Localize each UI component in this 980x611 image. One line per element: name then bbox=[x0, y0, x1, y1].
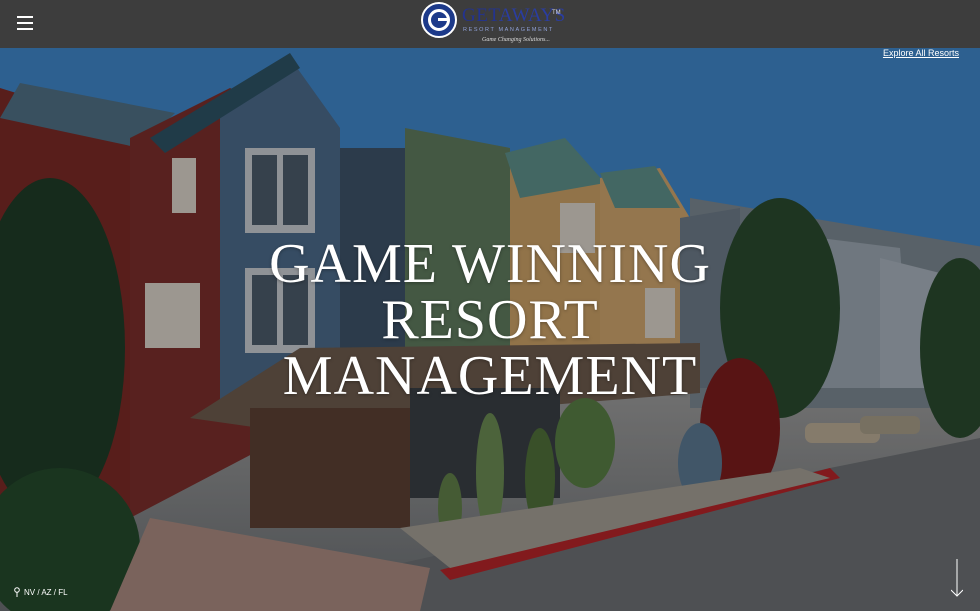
logo-subtitle: RESORT MANAGEMENT bbox=[463, 27, 554, 33]
logo-emblem-icon bbox=[421, 2, 457, 38]
scroll-down-arrow-icon[interactable] bbox=[951, 559, 963, 597]
logo-name: GETAWAYS bbox=[462, 5, 566, 27]
explore-all-resorts-link[interactable]: Explore All Resorts bbox=[883, 48, 959, 58]
getaways-logo[interactable]: GETAWAYS TM RESORT MANAGEMENT Game Chang… bbox=[421, 2, 565, 46]
hero-section: Explore All Resorts GAME WINNING RESORT … bbox=[0, 48, 980, 611]
top-bar: GETAWAYS TM RESORT MANAGEMENT Game Chang… bbox=[0, 0, 980, 48]
location-pin-icon bbox=[14, 587, 20, 597]
logo-tagline: Game Changing Solutions... bbox=[482, 37, 550, 43]
states-label: NV / AZ / FL bbox=[24, 587, 68, 597]
hero-headline: GAME WINNING RESORT MANAGEMENT bbox=[240, 236, 740, 404]
states-location: NV / AZ / FL bbox=[14, 587, 68, 597]
logo-name-get: GET bbox=[462, 5, 499, 26]
logo-trademark: TM bbox=[552, 10, 561, 16]
headline-line-1: GAME WINNING bbox=[269, 233, 711, 295]
headline-line-3: MANAGEMENT bbox=[282, 345, 698, 407]
headline-line-2: RESORT bbox=[381, 289, 599, 351]
menu-icon[interactable] bbox=[17, 16, 33, 30]
